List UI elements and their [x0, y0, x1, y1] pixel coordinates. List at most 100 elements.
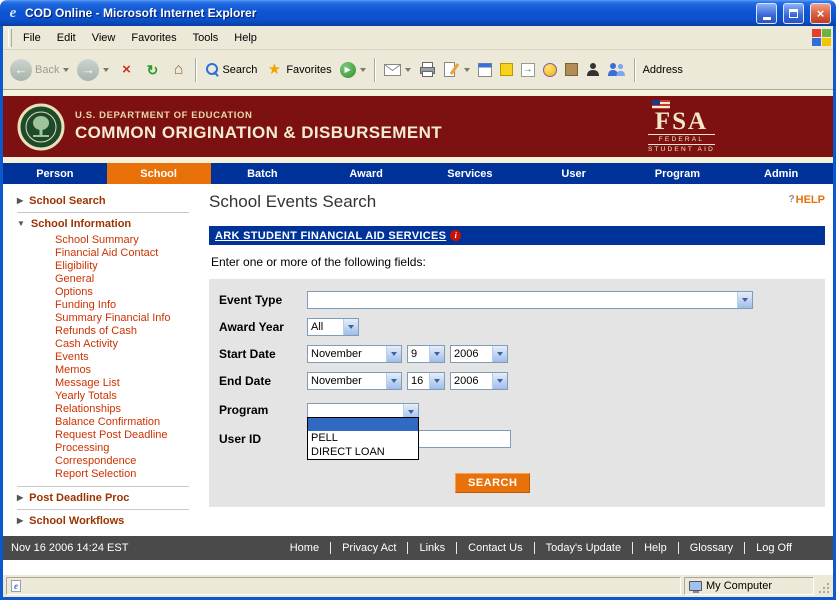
sidebar-item-financial-aid-contact[interactable]: Financial Aid Contact: [55, 247, 199, 260]
people-icon: [608, 62, 626, 77]
start-day-select[interactable]: 9: [407, 345, 445, 363]
sidebar-section-school-information[interactable]: ▼ School Information: [11, 215, 199, 233]
mail-icon: [384, 64, 401, 76]
back-button[interactable]: ← Back: [7, 57, 72, 83]
close-button[interactable]: ×: [810, 3, 831, 24]
edit-icon: [444, 62, 460, 77]
sidebar-item-school-summary[interactable]: School Summary: [55, 234, 199, 247]
search-button-toolbar[interactable]: Search: [202, 61, 260, 79]
footer-link-home[interactable]: Home: [279, 542, 331, 554]
footer-link-glossary[interactable]: Glossary: [679, 542, 745, 554]
toolbar: ← Back → × ↻ ⌂ Search ★ Favorites ▶: [3, 50, 833, 90]
search-icon: [205, 63, 219, 77]
sidebar-section-school-workflows[interactable]: ▶ School Workflows: [11, 512, 199, 530]
sidebar-item-cash-activity[interactable]: Cash Activity: [55, 338, 199, 351]
menu-help[interactable]: Help: [226, 28, 265, 48]
school-link[interactable]: ARK STUDENT FINANCIAL AID SERVICES: [215, 230, 446, 242]
menu-view[interactable]: View: [84, 28, 124, 48]
discuss-button[interactable]: [475, 61, 495, 79]
start-month-select[interactable]: November: [307, 345, 402, 363]
sidebar-item-events[interactable]: Events: [55, 351, 199, 364]
footer-link-todays-update[interactable]: Today's Update: [535, 542, 633, 554]
fsa-federal: FEDERAL: [648, 135, 715, 145]
sidebar-item-relationships[interactable]: Relationships: [55, 403, 199, 416]
sidebar-divider: [17, 486, 189, 487]
footer-link-help[interactable]: Help: [633, 542, 679, 554]
forward-icon: →: [77, 59, 99, 81]
window-title: COD Online - Microsoft Internet Explorer: [25, 6, 750, 20]
sidebar-item-message-list[interactable]: Message List: [55, 377, 199, 390]
favorites-label: Favorites: [286, 64, 331, 76]
end-month-select[interactable]: November: [307, 372, 402, 390]
sidebar-item-summary-financial-info[interactable]: Summary Financial Info: [55, 312, 199, 325]
stop-button[interactable]: ×: [114, 59, 138, 81]
menu-tools[interactable]: Tools: [185, 28, 227, 48]
program-option-direct-loan[interactable]: DIRECT LOAN: [308, 445, 418, 459]
sidebar-item-refunds-of-cash[interactable]: Refunds of Cash: [55, 325, 199, 338]
nav-tab-award[interactable]: Award: [314, 163, 418, 184]
minimize-button[interactable]: [756, 3, 777, 24]
award-year-select[interactable]: All: [307, 318, 359, 336]
nav-tab-admin[interactable]: Admin: [729, 163, 833, 184]
footer-link-contact-us[interactable]: Contact Us: [457, 542, 534, 554]
nav-tab-person[interactable]: Person: [3, 163, 107, 184]
flag-icon: [652, 100, 670, 109]
sidebar-item-memos[interactable]: Memos: [55, 364, 199, 377]
sidebar-item-balance-confirmation[interactable]: Balance Confirmation: [55, 416, 199, 429]
note-button[interactable]: [497, 61, 516, 78]
media-button[interactable]: ▶: [337, 60, 369, 80]
toolbar-separator: [374, 58, 376, 82]
sidebar-item-request-post-deadline[interactable]: Request Post Deadline: [55, 429, 199, 442]
edit-button[interactable]: [441, 60, 473, 79]
sidebar-item-report-selection[interactable]: Report Selection: [55, 468, 199, 481]
messenger-button[interactable]: [540, 61, 560, 79]
sidebar-item-eligibility[interactable]: Eligibility: [55, 260, 199, 273]
program-option-pell[interactable]: PELL: [308, 431, 418, 445]
nav-tab-batch[interactable]: Batch: [211, 163, 315, 184]
sidebar-divider: [17, 212, 189, 213]
go-button[interactable]: →: [518, 61, 538, 79]
start-year-select[interactable]: 2006: [450, 345, 508, 363]
sidebar-item-yearly-totals[interactable]: Yearly Totals: [55, 390, 199, 403]
menu-edit[interactable]: Edit: [49, 28, 84, 48]
end-year-select[interactable]: 2006: [450, 372, 508, 390]
info-icon[interactable]: i: [450, 230, 461, 241]
favorites-button[interactable]: ★ Favorites: [262, 59, 334, 81]
footer-link-privacy-act[interactable]: Privacy Act: [331, 542, 408, 554]
profile-button[interactable]: [583, 60, 603, 79]
sidebar-item-funding-info[interactable]: Funding Info: [55, 299, 199, 312]
nav-tab-services[interactable]: Services: [418, 163, 522, 184]
research-button[interactable]: [562, 61, 581, 78]
menu-file[interactable]: File: [15, 28, 49, 48]
sidebar-item-correspondence[interactable]: Correspondence: [55, 455, 199, 468]
end-month-value: November: [308, 375, 386, 387]
sidebar-item-general[interactable]: General: [55, 273, 199, 286]
event-type-select[interactable]: [307, 291, 753, 309]
forward-button[interactable]: →: [74, 57, 112, 83]
nav-tab-program[interactable]: Program: [626, 163, 730, 184]
maximize-button[interactable]: [783, 3, 804, 24]
sidebar-item-options[interactable]: Options: [55, 286, 199, 299]
mail-dropdown-icon: [405, 68, 411, 72]
sidebar-section-post-deadline-proc[interactable]: ▶ Post Deadline Proc: [11, 489, 199, 507]
footer-link-links[interactable]: Links: [408, 542, 457, 554]
sidebar-section-school-search[interactable]: ▶ School Search: [11, 192, 199, 210]
contacts-button[interactable]: [605, 60, 629, 79]
mail-button[interactable]: [381, 62, 414, 78]
search-button[interactable]: SEARCH: [455, 473, 530, 493]
nav-tab-user[interactable]: User: [522, 163, 626, 184]
footer-link-log-off[interactable]: Log Off: [745, 542, 803, 554]
refresh-button[interactable]: ↻: [140, 59, 164, 81]
program-option-blank[interactable]: [308, 418, 418, 431]
menu-favorites[interactable]: Favorites: [123, 28, 184, 48]
resize-grip[interactable]: [817, 579, 831, 595]
sidebar-item-processing[interactable]: Processing: [55, 442, 199, 455]
end-day-value: 16: [408, 375, 429, 387]
help-link[interactable]: ? HELP: [789, 194, 825, 206]
home-button[interactable]: ⌂: [166, 59, 190, 81]
nav-tab-school[interactable]: School: [107, 163, 211, 184]
status-bar: e My Computer: [3, 574, 833, 597]
sidebar-item-list: School Summary Financial Aid Contact Eli…: [11, 233, 199, 484]
print-button[interactable]: [416, 60, 439, 79]
end-day-select[interactable]: 16: [407, 372, 445, 390]
